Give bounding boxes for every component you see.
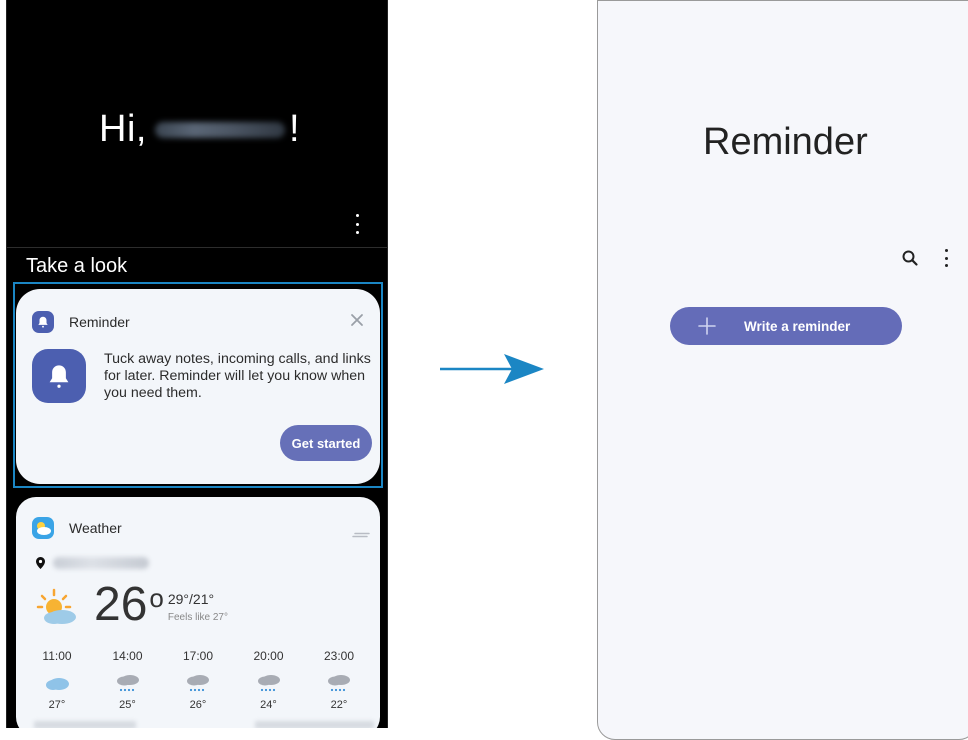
search-icon[interactable] <box>901 249 919 267</box>
drag-handle-icon[interactable] <box>352 525 370 538</box>
location-row <box>36 557 149 569</box>
reminder-card-header: Reminder <box>32 311 130 333</box>
hourly-time: 11:00 <box>42 649 72 663</box>
hourly-item: 17:00 26° <box>163 649 233 711</box>
rain-icon <box>328 675 350 692</box>
phone-screen-home: Hi, ! Take a look Reminder Tuck away not… <box>6 0 388 728</box>
hourly-temp: 27° <box>48 699 66 711</box>
hourly-forecast: 11:00 27° 14:00 25° 17:00 26° 20:00 24° … <box>22 649 374 711</box>
weather-card[interactable]: Weather 26 o 29°/21° Feels like 27° 11:0… <box>16 497 380 728</box>
hourly-temp: 25° <box>119 699 136 711</box>
greeting-prefix: Hi, <box>99 108 147 150</box>
weather-footer-redacted <box>34 721 374 728</box>
user-name-redacted <box>154 121 285 138</box>
hourly-item: 11:00 27° <box>22 649 92 711</box>
hourly-temp: 26° <box>189 699 207 711</box>
reminder-card-title: Reminder <box>69 314 130 330</box>
plus-icon <box>698 317 716 335</box>
divider <box>7 247 387 248</box>
degree-symbol: o <box>149 583 164 613</box>
current-weather: 26 o 29°/21° Feels like 27° <box>36 581 228 629</box>
current-temperature: 26 <box>94 578 148 631</box>
hourly-temp: 24° <box>260 699 277 711</box>
close-icon[interactable] <box>350 313 364 327</box>
reminder-app-icon <box>32 311 54 333</box>
more-options-icon[interactable] <box>942 249 950 267</box>
location-redacted <box>53 557 149 569</box>
greeting: Hi, ! <box>99 108 300 151</box>
reminder-card[interactable]: Reminder Tuck away notes, incoming calls… <box>16 289 380 484</box>
page-title: Reminder <box>703 121 868 163</box>
feels-like: Feels like 27° <box>167 612 228 623</box>
rain-icon <box>187 675 209 692</box>
weather-card-title: Weather <box>69 520 122 536</box>
hourly-item: 20:00 24° <box>234 649 304 711</box>
bell-icon <box>32 349 86 403</box>
weather-card-header: Weather <box>32 517 122 539</box>
rain-icon <box>257 675 280 692</box>
get-started-button[interactable]: Get started <box>280 425 372 461</box>
temperature-range: 29°/21° Feels like 27° <box>168 591 228 623</box>
hourly-time: 20:00 <box>253 649 284 663</box>
reminder-card-description: Tuck away notes, incoming calls, and lin… <box>104 351 371 401</box>
hourly-time: 14:00 <box>112 649 143 663</box>
greeting-suffix: ! <box>288 108 301 150</box>
hi-lo-temperature: 29°/21° <box>167 591 215 607</box>
transition-arrow-icon <box>440 354 544 384</box>
phone-screen-reminder: Reminder Write a reminder <box>597 0 968 740</box>
write-reminder-label: Write a reminder <box>744 318 851 334</box>
location-pin-icon <box>36 557 45 569</box>
rain-icon <box>116 675 139 692</box>
write-reminder-button[interactable]: Write a reminder <box>670 307 902 345</box>
hourly-time: 17:00 <box>182 649 214 663</box>
weather-app-icon <box>32 517 54 539</box>
cloudy-icon <box>46 678 69 690</box>
partly-cloudy-icon <box>36 588 76 624</box>
more-options-icon[interactable] <box>353 214 361 234</box>
hourly-item: 14:00 25° <box>93 649 163 711</box>
hourly-time: 23:00 <box>323 649 355 663</box>
hourly-item: 23:00 22° <box>304 649 374 711</box>
hourly-temp: 22° <box>330 699 348 711</box>
section-title: Take a look <box>26 255 128 277</box>
